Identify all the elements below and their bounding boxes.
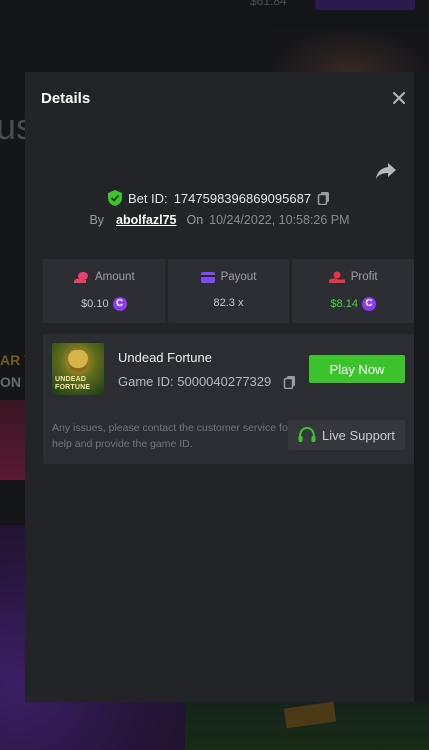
modal-header: Details bbox=[25, 72, 414, 124]
stat-profit: Profit $8.14 C bbox=[292, 259, 415, 323]
game-id-text: Game ID: 5000040277329 bbox=[118, 374, 271, 389]
stat-profit-label-row: Profit bbox=[292, 271, 414, 283]
stat-payout-value: 82.3 x bbox=[213, 297, 244, 309]
bet-id-value: 1747598396869095687 bbox=[173, 190, 312, 206]
game-thumbnail-title-1: UNDEAD bbox=[55, 376, 87, 383]
live-support-button[interactable]: Live Support bbox=[288, 420, 405, 450]
coins-icon bbox=[74, 272, 89, 283]
support-notice: Any issues, please contact the customer … bbox=[52, 422, 292, 450]
stat-amount-label: Amount bbox=[95, 271, 135, 283]
card-icon bbox=[200, 271, 215, 283]
stat-payout: Payout 82.3 x bbox=[167, 259, 290, 323]
stat-amount-label-row: Amount bbox=[43, 271, 165, 283]
game-id-label: Game ID: bbox=[118, 374, 174, 389]
profit-hand-icon bbox=[328, 271, 345, 283]
game-thumbnail-art bbox=[68, 350, 88, 372]
headset-icon bbox=[298, 427, 316, 442]
by-label: By bbox=[89, 213, 105, 227]
bet-stats: Amount $0.10 C Payout 82.3 x Profit $8.1… bbox=[43, 259, 415, 323]
game-thumbnail[interactable]: UNDEAD FORTUNE bbox=[52, 343, 104, 395]
background-banner-edge bbox=[0, 400, 25, 480]
username-link[interactable]: abolfazl75 bbox=[116, 213, 176, 227]
stat-payout-label-row: Payout bbox=[168, 271, 290, 283]
bet-details-modal: Details Bet ID: 1747598396869095687 By a… bbox=[25, 72, 415, 702]
stat-profit-label: Profit bbox=[350, 271, 378, 283]
game-card: UNDEAD FORTUNE Undead Fortune Game ID: 5… bbox=[43, 334, 414, 464]
stat-amount-value-row: $0.10 C bbox=[43, 297, 165, 311]
stat-payout-value-row: 82.3 x bbox=[168, 297, 290, 309]
stat-profit-value-row: $8.14 C bbox=[292, 297, 414, 311]
close-button[interactable] bbox=[386, 86, 412, 110]
on-label: On bbox=[186, 213, 204, 227]
copy-game-id-icon[interactable] bbox=[283, 375, 297, 389]
share-icon bbox=[376, 163, 396, 179]
modal-title: Details bbox=[41, 90, 91, 107]
stat-profit-value: $8.14 bbox=[330, 298, 358, 310]
game-id-row: Game ID: 5000040277329 bbox=[118, 374, 297, 389]
close-icon bbox=[393, 92, 405, 104]
stat-amount: Amount $0.10 C bbox=[43, 259, 165, 323]
game-id-value: 5000040277329 bbox=[177, 374, 272, 389]
coin-icon: C bbox=[361, 297, 376, 311]
coin-icon: C bbox=[112, 297, 127, 311]
bet-id-row: Bet ID: 1747598396869095687 bbox=[25, 188, 414, 208]
background-balance: $61.84 bbox=[250, 0, 287, 8]
stat-payout-label: Payout bbox=[220, 271, 257, 283]
bet-id-label: Bet ID: bbox=[127, 190, 168, 206]
live-support-label: Live Support bbox=[322, 427, 395, 443]
share-button[interactable] bbox=[375, 162, 397, 180]
background-deposit-button bbox=[315, 0, 415, 10]
verified-shield-icon bbox=[107, 190, 122, 206]
play-now-button[interactable]: Play Now bbox=[309, 355, 405, 383]
game-thumbnail-title-2: FORTUNE bbox=[55, 384, 91, 391]
bet-meta-row: By abolfazl75 On 10/24/2022, 10:58:26 PM bbox=[25, 211, 414, 229]
game-name: Undead Fortune bbox=[118, 350, 212, 365]
stat-amount-value: $0.10 bbox=[81, 298, 109, 310]
bet-datetime: 10/24/2022, 10:58:26 PM bbox=[209, 213, 350, 227]
background-promo-text-2: ON bbox=[0, 374, 21, 390]
background-strip bbox=[414, 72, 429, 702]
copy-bet-id-icon[interactable] bbox=[317, 191, 331, 205]
